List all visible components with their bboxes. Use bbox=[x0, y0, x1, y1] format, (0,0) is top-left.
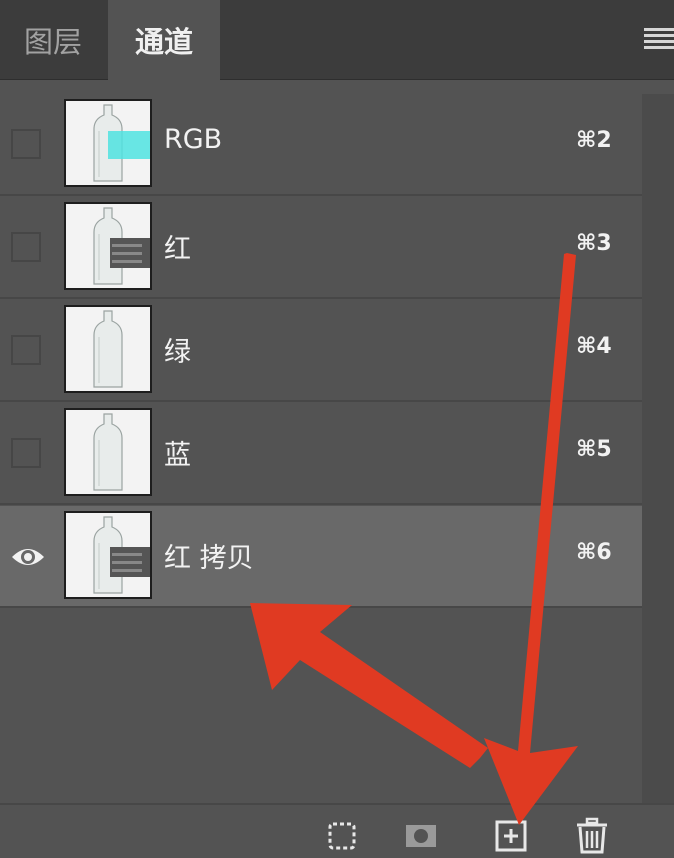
channel-name: RGB bbox=[164, 124, 223, 155]
channel-name: 红 拷贝 bbox=[164, 543, 254, 574]
scrollbar[interactable] bbox=[642, 94, 674, 804]
channel-name: 蓝 bbox=[164, 440, 191, 471]
channel-thumbnail bbox=[64, 202, 152, 290]
channel-row[interactable]: 红 ⌘3 bbox=[0, 197, 642, 299]
save-selection-icon[interactable] bbox=[404, 819, 438, 853]
channel-shortcut: ⌘5 bbox=[576, 437, 612, 462]
channel-shortcut: ⌘4 bbox=[576, 334, 612, 359]
channel-name: 绿 bbox=[164, 337, 191, 368]
channel-shortcut: ⌘6 bbox=[576, 540, 612, 565]
panel-menu-icon[interactable] bbox=[644, 28, 674, 50]
trash-icon[interactable] bbox=[574, 817, 610, 855]
channel-thumbnail bbox=[64, 99, 152, 187]
channel-thumbnail bbox=[64, 305, 152, 393]
channels-toolbar bbox=[0, 803, 674, 858]
visibility-toggle[interactable] bbox=[11, 335, 41, 365]
load-selection-icon[interactable] bbox=[325, 819, 359, 853]
channel-row[interactable]: 蓝 ⌘5 bbox=[0, 403, 642, 505]
channel-thumbnail bbox=[64, 511, 152, 599]
eye-icon[interactable] bbox=[10, 543, 46, 571]
visibility-toggle[interactable] bbox=[11, 232, 41, 262]
tab-channels[interactable]: 通道 bbox=[108, 0, 220, 80]
visibility-toggle[interactable] bbox=[11, 438, 41, 468]
channel-thumbnail bbox=[64, 408, 152, 496]
channels-panel: 图层 通道 RGB ⌘2 红 ⌘3 绿 ⌘4 蓝 ⌘5 红 拷贝 ⌘6 bbox=[0, 0, 674, 858]
panel-tab-bar: 图层 通道 bbox=[0, 0, 674, 80]
channel-row[interactable]: RGB ⌘2 bbox=[0, 94, 642, 196]
arrow-up-left-annotation bbox=[250, 603, 488, 768]
channel-shortcut: ⌘3 bbox=[576, 231, 612, 256]
channel-row[interactable]: 红 拷贝 ⌘6 bbox=[0, 506, 642, 608]
tab-layers[interactable]: 图层 bbox=[0, 0, 106, 79]
new-channel-icon[interactable] bbox=[494, 819, 528, 853]
channel-shortcut: ⌘2 bbox=[576, 128, 612, 153]
channel-row[interactable]: 绿 ⌘4 bbox=[0, 300, 642, 402]
visibility-toggle[interactable] bbox=[11, 129, 41, 159]
channel-name: 红 bbox=[164, 234, 191, 265]
